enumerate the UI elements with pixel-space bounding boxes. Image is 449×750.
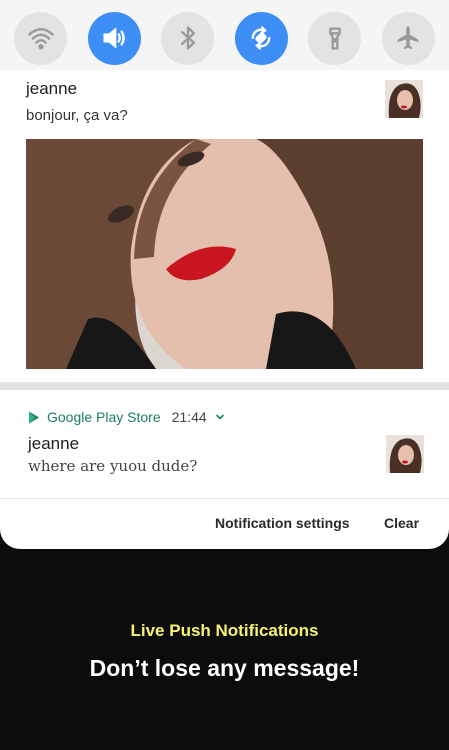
notification-card-expanded[interactable]: jeanne bonjour, ça va? — [0, 70, 449, 382]
promo-tagline: Don’t lose any message! — [89, 655, 360, 681]
wifi-icon — [27, 28, 54, 50]
quick-settings-bar — [0, 0, 449, 76]
bluetooth-toggle[interactable] — [161, 11, 215, 65]
notification-message: where are yuou dude? — [28, 457, 198, 475]
notification-sender: jeanne — [26, 79, 78, 98]
sound-icon — [103, 27, 125, 49]
avatar — [386, 435, 424, 473]
attached-photo[interactable] — [26, 139, 423, 369]
separator — [0, 498, 449, 499]
auto-rotate-icon — [251, 26, 271, 50]
app-name: Google Play Store — [47, 409, 161, 425]
notification-message: bonjour, ça va? — [26, 107, 128, 124]
avatar — [385, 80, 423, 118]
flashlight-toggle[interactable] — [308, 11, 362, 65]
sound-toggle[interactable] — [87, 11, 141, 65]
flashlight-icon — [329, 27, 341, 50]
notification-sender: jeanne — [28, 434, 80, 453]
chevron-down-icon[interactable] — [214, 411, 226, 423]
airplane-mode-toggle[interactable] — [381, 11, 435, 65]
notification-time: 21:44 — [171, 409, 207, 425]
google-play-icon — [29, 411, 39, 423]
divider — [0, 382, 449, 390]
clear-button[interactable]: Clear — [384, 515, 419, 531]
notification-settings-button[interactable]: Notification settings — [215, 515, 350, 531]
wifi-toggle[interactable] — [14, 11, 67, 65]
bluetooth-icon — [180, 26, 195, 50]
airplane-mode-icon — [397, 26, 419, 50]
notification-card[interactable]: Google Play Store 21:44 jeanne where are… — [0, 390, 449, 549]
promo-headline: Live Push Notifications — [130, 621, 319, 640]
auto-rotate-toggle[interactable] — [234, 11, 288, 65]
notification-header: Google Play Store 21:44 — [28, 409, 226, 425]
